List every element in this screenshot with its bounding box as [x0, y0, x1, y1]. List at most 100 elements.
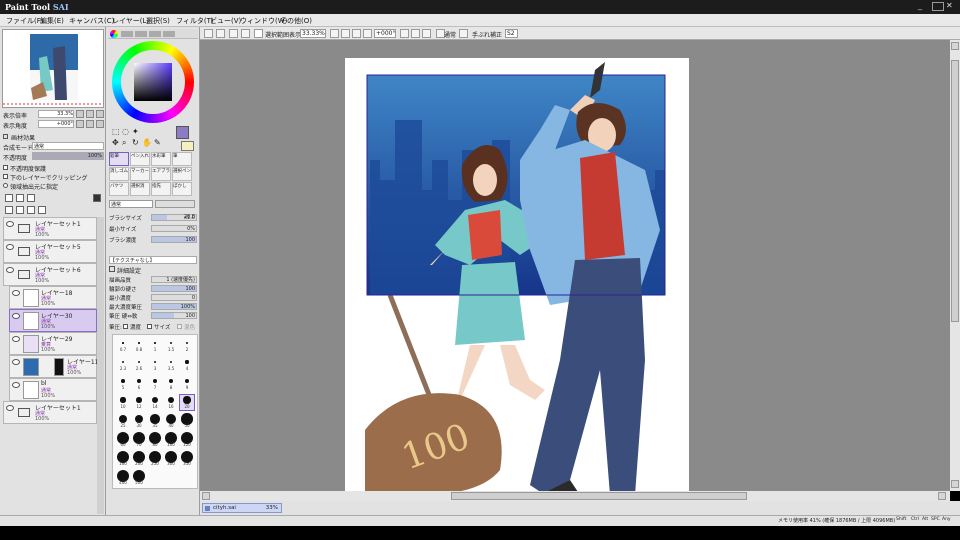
- menu-edit[interactable]: 編集(E): [40, 16, 64, 26]
- brush-size-cell[interactable]: 35: [148, 414, 162, 429]
- layer-row-selected[interactable]: レイヤー30 通常 100%: [9, 309, 97, 332]
- nav-angle-field[interactable]: +000°: [38, 120, 74, 128]
- nav-zoom-out[interactable]: [76, 110, 84, 118]
- brush-size-cell[interactable]: 25: [116, 414, 130, 429]
- zoom-fit-button[interactable]: [352, 29, 361, 38]
- eyedropper-icon[interactable]: ✎: [154, 138, 161, 147]
- param-slider[interactable]: 100: [151, 236, 197, 243]
- move-icon[interactable]: ✥: [112, 138, 119, 147]
- rotate-left-button[interactable]: [400, 29, 409, 38]
- brush-size-cell[interactable]: 70: [132, 432, 146, 448]
- brush-preset[interactable]: 筆: [172, 152, 192, 166]
- selection-source-checkbox[interactable]: [3, 183, 8, 188]
- layer-row[interactable]: レイヤー11 通常 100%: [9, 355, 98, 378]
- brush-preset[interactable]: 鉛筆: [109, 152, 129, 166]
- layer-row[interactable]: レイヤーセット1 通常 100%: [3, 217, 97, 240]
- saturation-value-square[interactable]: [134, 63, 172, 101]
- deselect-button[interactable]: [204, 29, 213, 38]
- brush-mode-select[interactable]: 通常: [109, 200, 153, 208]
- menu-filter[interactable]: フィルタ(T): [176, 16, 214, 26]
- scroll-up-button[interactable]: [951, 42, 959, 50]
- transfer-down-button[interactable]: [5, 206, 13, 214]
- hsv-slider-tab[interactable]: [135, 31, 147, 37]
- swatch-tab[interactable]: [163, 31, 175, 37]
- opacity-slider[interactable]: 100%: [32, 152, 104, 160]
- marquee-icon[interactable]: ⬚: [112, 127, 120, 136]
- new-layer-button[interactable]: [5, 194, 13, 202]
- clear-selection-button[interactable]: [241, 29, 250, 38]
- nav-rotate-reset[interactable]: [96, 120, 104, 128]
- color-wheel-tab[interactable]: [110, 30, 118, 38]
- brush-size-cell[interactable]: 100: [164, 432, 178, 448]
- brush-size-cell[interactable]: 3.5: [164, 357, 178, 372]
- brush-size-cell[interactable]: 6: [132, 376, 146, 391]
- menu-layer[interactable]: レイヤー(L): [112, 16, 149, 26]
- close-button[interactable]: ✕: [946, 2, 958, 11]
- brush-preset[interactable]: 選択ペン: [172, 167, 192, 181]
- color-wheel[interactable]: [112, 41, 194, 123]
- pressure-blend-checkbox[interactable]: [177, 324, 182, 329]
- rgb-slider-tab[interactable]: [121, 31, 133, 37]
- brush-size-cell[interactable]: 10: [116, 395, 130, 410]
- brush-size-cell[interactable]: 12: [132, 395, 146, 410]
- minimize-button[interactable]: _: [918, 2, 930, 11]
- menu-select[interactable]: 選択(S): [146, 16, 170, 26]
- brush-size-cell[interactable]: 160: [116, 451, 130, 467]
- transparent-color-swatch[interactable]: [181, 141, 194, 151]
- brush-size-cell[interactable]: 250: [148, 451, 162, 467]
- zoom-out-button[interactable]: [330, 29, 339, 38]
- effect-toggle[interactable]: [3, 134, 8, 139]
- scroll-down-button[interactable]: [951, 480, 959, 488]
- brush-size-cell[interactable]: 300: [164, 451, 178, 467]
- param-slider[interactable]: 100%: [151, 303, 197, 310]
- blend-mode-select[interactable]: 通常: [32, 142, 104, 150]
- nav-rotate-right[interactable]: [86, 120, 94, 128]
- brush-size-cell[interactable]: 16: [164, 395, 178, 410]
- brush-size-cell[interactable]: 2.3: [116, 357, 130, 372]
- layer-row[interactable]: レイヤーセット5 通常 100%: [3, 240, 97, 263]
- trash-icon[interactable]: [38, 206, 46, 214]
- brush-preset[interactable]: 選択消: [130, 182, 150, 196]
- angle-field[interactable]: +000°: [374, 29, 396, 38]
- menu-file[interactable]: ファイル(F): [6, 16, 44, 26]
- texture-select[interactable]: 【テクスチャなし】: [109, 256, 197, 264]
- nav-zoom-field[interactable]: 33.3%: [38, 110, 74, 118]
- brush-size-cell[interactable]: 80: [148, 432, 162, 448]
- eye-icon[interactable]: [6, 221, 14, 227]
- brush-size-cell[interactable]: 4: [180, 357, 194, 372]
- brush-size-cell[interactable]: 9: [180, 376, 194, 391]
- vertical-scroll-thumb[interactable]: [951, 60, 959, 322]
- new-folder-button[interactable]: [27, 194, 35, 202]
- nav-zoom-reset[interactable]: [96, 110, 104, 118]
- zoom-field[interactable]: 33.33%: [300, 29, 326, 38]
- menu-canvas[interactable]: キャンバス(C): [69, 16, 114, 26]
- layer-row[interactable]: レイヤーセット6 通常 100%: [3, 263, 97, 286]
- layer-row[interactable]: レイヤー29 乗算 100%: [9, 332, 97, 355]
- brush-preset[interactable]: マーカー: [130, 167, 150, 181]
- magic-wand-icon[interactable]: ✦: [132, 127, 139, 136]
- brush-size-cell[interactable]: 14: [148, 395, 162, 410]
- new-linework-button[interactable]: [16, 194, 24, 202]
- horizontal-scroll-thumb[interactable]: [451, 492, 747, 500]
- layer-row[interactable]: レイヤーセット1 通常 100%: [3, 401, 97, 424]
- pressure-size-checkbox[interactable]: [147, 324, 152, 329]
- brush-size-cell[interactable]: 0.8: [132, 338, 146, 353]
- layer-row[interactable]: レイヤー18 通常 100%: [9, 286, 97, 309]
- param-slider[interactable]: 0%: [151, 225, 197, 232]
- protect-opacity-checkbox[interactable]: [3, 165, 8, 170]
- brush-size-cell[interactable]: 0.7: [116, 338, 130, 353]
- select-all-button[interactable]: [216, 29, 225, 38]
- layer-row[interactable]: bl 通常 100%: [9, 378, 97, 401]
- brush-preset[interactable]: ぼかし: [172, 182, 192, 196]
- merge-down-button[interactable]: [16, 206, 24, 214]
- brush-size-cell[interactable]: 350: [180, 451, 194, 467]
- brush-preset[interactable]: 消しゴム: [109, 167, 129, 181]
- navigator-preview[interactable]: [2, 29, 104, 108]
- rotate-right-button[interactable]: [411, 29, 420, 38]
- brush-size-cell[interactable]: 50: [180, 413, 194, 429]
- scroll-right-button[interactable]: [938, 492, 946, 500]
- param-slider[interactable]: 100: [151, 285, 197, 292]
- scroll-left-button[interactable]: [202, 492, 210, 500]
- eye-icon[interactable]: [6, 267, 14, 273]
- brush-preset[interactable]: 水彩筆: [151, 152, 171, 166]
